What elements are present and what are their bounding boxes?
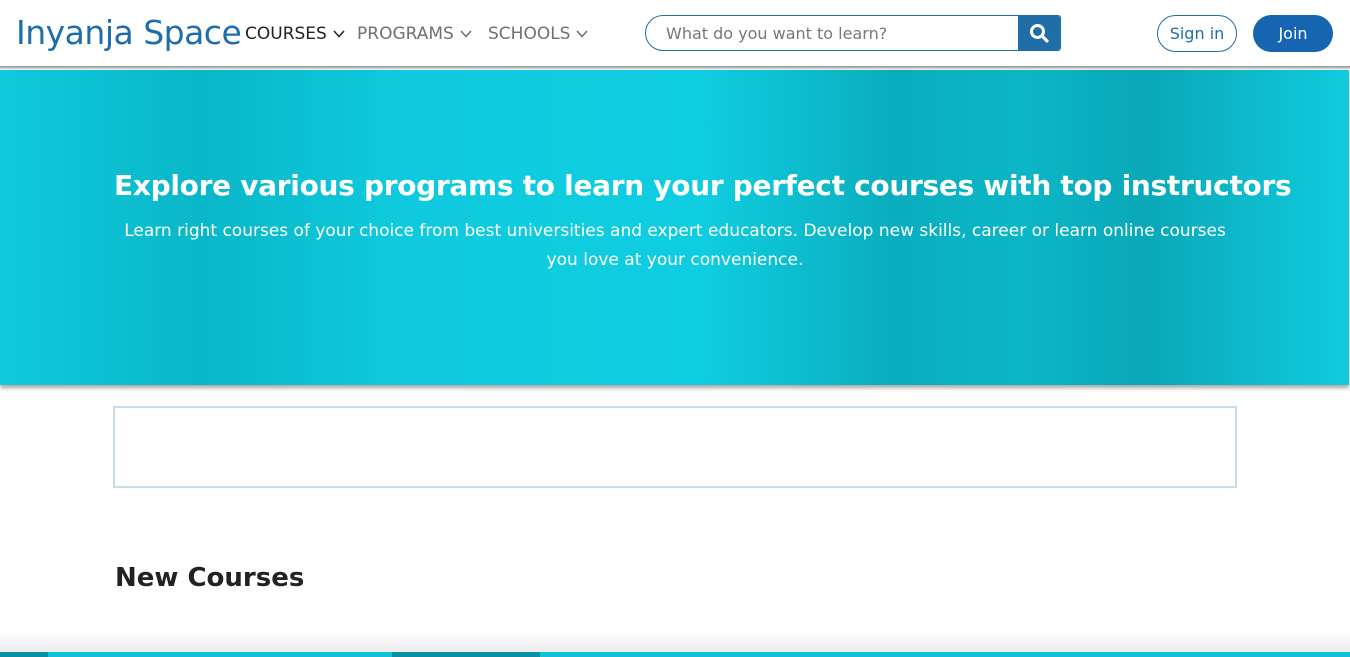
hero-title: Explore various programs to learn your p… [114, 169, 1292, 202]
search-bar [645, 15, 1061, 51]
hero-subtitle: Learn right courses of your choice from … [124, 221, 1226, 270]
nav-programs-label: PROGRAMS [357, 24, 454, 44]
search-input[interactable] [646, 16, 1018, 50]
bottom-fade [0, 630, 1350, 652]
nav-courses[interactable]: COURSES [245, 22, 345, 46]
chevron-down-icon [460, 30, 472, 38]
page: Inyanja Space COURSES PROGRAMS SCHOOLS W… [0, 0, 1350, 657]
new-courses-heading: New Courses [115, 563, 305, 593]
chevron-down-icon [576, 30, 589, 38]
site-logo[interactable]: Inyanja Space [16, 13, 242, 53]
hero-banner: Explore various programs to learn your p… [0, 70, 1349, 385]
search-icon [1030, 24, 1049, 43]
nav-programs[interactable]: PROGRAMS [357, 22, 472, 46]
nav-schools-label: SCHOOLS [488, 24, 571, 44]
content-placeholder-box [113, 406, 1237, 488]
search-button[interactable] [1018, 16, 1060, 50]
chevron-down-icon [333, 30, 345, 38]
nav-courses-label: COURSES [245, 24, 327, 44]
sign-in-button[interactable]: Sign in [1157, 15, 1237, 52]
top-navbar: Inyanja Space COURSES PROGRAMS SCHOOLS W… [0, 0, 1350, 67]
join-button[interactable]: Join [1253, 15, 1333, 52]
course-cards-edge [0, 652, 1350, 657]
nav-schools[interactable]: SCHOOLS [488, 22, 589, 46]
